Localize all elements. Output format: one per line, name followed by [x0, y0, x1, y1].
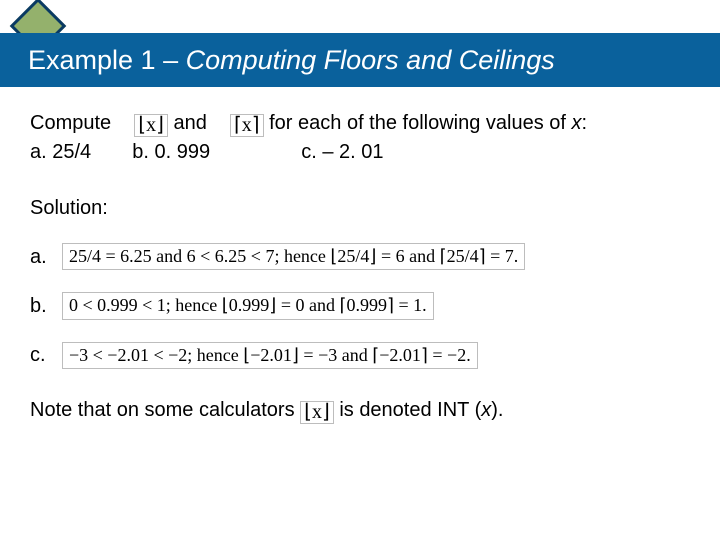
slide-title: Example 1 – Computing Floors and Ceiling…: [28, 45, 555, 76]
answer-a-text: 25/4 = 6.25 and 6 < 6.25 < 7; hence ⌊25/…: [62, 243, 525, 270]
title-bar: Example 1 – Computing Floors and Ceiling…: [0, 33, 720, 87]
prompt-var: x: [572, 112, 582, 134]
prompt-tail: for each of the following values of: [269, 112, 571, 134]
answer-b-text: 0 < 0.999 < 1; hence ⌊0.999⌋ = 0 and ⌈0.…: [62, 292, 434, 319]
note-post: is denoted INT (: [339, 399, 481, 421]
note-close: ).: [491, 399, 503, 421]
prompt-line: Compute ⌊x⌋ and ⌈x⌉ for each of the foll…: [30, 110, 690, 137]
answer-a: a. 25/4 = 6.25 and 6 < 6.25 < 7; hence ⌊…: [30, 243, 690, 270]
answer-a-label: a.: [30, 244, 52, 270]
answer-c: c. −3 < −2.01 < −2; hence ⌊−2.01⌋ = −3 a…: [30, 342, 690, 369]
answer-c-text: −3 < −2.01 < −2; hence ⌊−2.01⌋ = −3 and …: [62, 342, 478, 369]
answer-c-label: c.: [30, 342, 52, 368]
solution-label: Solution:: [30, 195, 690, 221]
note-pre: Note that on some calculators: [30, 399, 300, 421]
floor-x-icon-2: ⌊x⌋: [300, 401, 334, 424]
slide: Example 1 – Computing Floors and Ceiling…: [0, 0, 720, 540]
prompt-colon: :: [582, 112, 588, 134]
prompt-and: and: [173, 112, 206, 134]
title-rest: Computing Floors and Ceilings: [186, 45, 555, 75]
prompt-compute: Compute: [30, 112, 111, 134]
content-area: Compute ⌊x⌋ and ⌈x⌉ for each of the foll…: [30, 110, 690, 424]
answer-b-label: b.: [30, 293, 52, 319]
note-line: Note that on some calculators ⌊x⌋ is den…: [30, 397, 690, 424]
sub-c: c. – 2. 01: [301, 141, 383, 163]
title-lead: Example 1 –: [28, 45, 186, 75]
sub-a: a. 25/4: [30, 141, 91, 163]
note-var: x: [481, 399, 491, 421]
sub-b: b. 0. 999: [132, 141, 210, 163]
answer-b: b. 0 < 0.999 < 1; hence ⌊0.999⌋ = 0 and …: [30, 292, 690, 319]
sub-values: a. 25/4 b. 0. 999 c. – 2. 01: [30, 139, 690, 165]
floor-x-icon: ⌊x⌋: [134, 114, 168, 137]
ceil-x-icon: ⌈x⌉: [230, 114, 264, 137]
